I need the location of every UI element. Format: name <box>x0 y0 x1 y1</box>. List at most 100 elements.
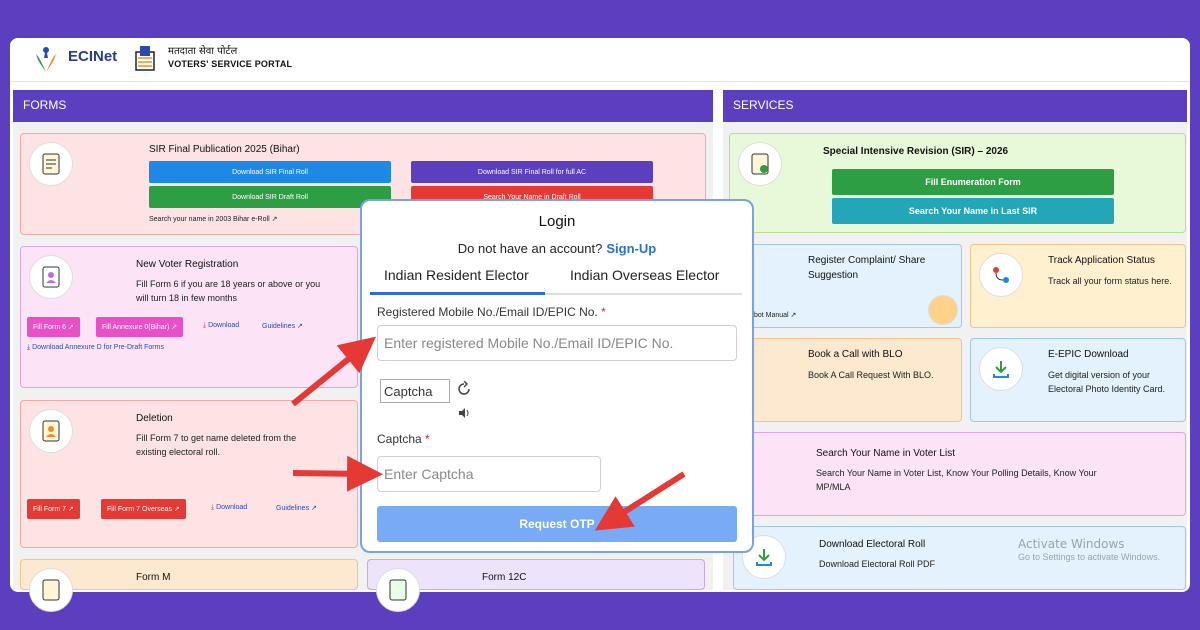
ballot-box-icon <box>135 46 155 71</box>
fill-annexure-label: Fill Annexure 0(Bihar) <box>102 323 170 331</box>
epic-download-desc-1: Get digital version of your <box>1048 370 1151 380</box>
track-status-title: Track Application Status <box>1048 255 1155 266</box>
form-m-icon <box>29 568 73 612</box>
download-sir-draft-roll-button[interactable]: Download SIR Draft Roll <box>149 186 391 208</box>
fill-enumeration-form-button[interactable]: Fill Enumeration Form <box>832 169 1114 195</box>
deletion-desc-1: Fill Form 7 to get name deleted from the <box>136 433 297 443</box>
form-12c-title: Form 12C <box>482 572 527 583</box>
form-m-card: Form M <box>20 559 358 612</box>
tab-resident-elector[interactable]: Indian Resident Elector <box>384 267 529 283</box>
portal-title-hindi: मतदाता सेवा पोर्टल <box>168 46 238 57</box>
annexure-d-label: Download Annexure D for Pre-Draft Forms <box>32 344 164 351</box>
epic-download-card[interactable]: E-EPIC Download Get digital version of y… <box>970 338 1186 422</box>
blo-call-desc: Book A Call Request With BLO. <box>808 370 934 380</box>
new-voter-card: New Voter Registration Fill Form 6 if yo… <box>20 246 358 388</box>
track-status-card[interactable]: Track Application Status Track all your … <box>970 244 1186 328</box>
external-link-icon: ↗ <box>271 216 278 223</box>
active-tab-indicator <box>370 292 545 295</box>
external-link-icon: ↗ <box>171 324 178 331</box>
external-link-icon: ↗ <box>311 505 317 512</box>
form-12c-icon <box>376 568 420 612</box>
complaint-title-2: Suggestion <box>808 270 859 281</box>
external-link-icon: ↗ <box>68 506 74 513</box>
fill-form7-overseas-button[interactable]: Fill Form 7 Overseas ↗ <box>101 499 186 519</box>
required-mark: * <box>601 305 606 319</box>
assistant-avatar-icon[interactable] <box>928 295 958 325</box>
checklist-icon <box>738 142 782 186</box>
new-voter-icon <box>29 255 73 299</box>
captcha-label: Captcha * <box>377 432 430 446</box>
login-title: Login <box>538 213 576 230</box>
track-status-desc: Track all your form status here. <box>1048 276 1172 286</box>
voter-list-desc-1: Search Your Name in Voter List, Know You… <box>816 468 1097 478</box>
download-sir-final-roll-ac-button[interactable]: Download SIR Final Roll for full AC <box>411 161 653 183</box>
external-link-icon: ↗ <box>173 506 180 513</box>
epic-download-title: E-EPIC Download <box>1048 349 1129 360</box>
download-link[interactable]: ⤓ Download <box>211 504 247 512</box>
fill-form7-label: Fill Form 7 <box>33 505 67 513</box>
audio-captcha-icon[interactable] <box>457 406 471 420</box>
complaint-title-1: Register Complaint/ Share <box>808 255 926 266</box>
windows-watermark-sub: Go to Settings to activate Windows. <box>1018 552 1161 562</box>
mobile-label: Registered Mobile No./Email ID/EPIC No. … <box>377 305 606 319</box>
new-voter-desc-1: Fill Form 6 if you are 18 years or above… <box>136 279 321 289</box>
fill-form7-overseas-label: Fill Form 7 Overseas <box>107 505 172 513</box>
required-mark: * <box>425 432 430 446</box>
form-m-title: Form M <box>136 572 171 583</box>
guidelines-link[interactable]: Guidelines ↗ <box>262 322 303 330</box>
guidelines-label: Guidelines <box>262 323 296 330</box>
app-name: ECINet <box>68 48 118 65</box>
portal-title-english: VOTERS' SERVICE PORTAL <box>168 59 293 69</box>
complaint-card[interactable]: Register Complaint/ Share Suggestion tbo… <box>745 244 962 328</box>
voter-list-title: Search Your Name in Voter List <box>816 448 955 459</box>
search-last-sir-button[interactable]: Search Your Name in Last SIR <box>832 198 1114 224</box>
captcha-input[interactable]: Enter Captcha <box>377 456 601 492</box>
search-2003-roll-link[interactable]: Search your name in 2003 Bihar e-Roll ↗ <box>149 215 277 223</box>
login-modal: Login Do not have an account? Sign-Up Ind… <box>360 199 754 553</box>
blo-call-title: Book a Call with BLO <box>808 349 903 360</box>
download-icon: ⤓ <box>203 322 207 329</box>
fill-form6-button[interactable]: Fill Form 6 ↗ <box>27 317 80 337</box>
refresh-captcha-icon[interactable] <box>456 381 472 397</box>
epic-download-desc-2: Electoral Photo Identity Card. <box>1048 384 1166 394</box>
guidelines-link[interactable]: Guidelines ↗ <box>276 504 317 512</box>
signup-link[interactable]: Sign-Up <box>606 241 656 256</box>
mobile-label-text: Registered Mobile No./Email ID/EPIC No. <box>377 305 598 319</box>
chatbot-manual-link[interactable]: tbot Manual ↗ <box>752 311 796 319</box>
tab-overseas-elector[interactable]: Indian Overseas Elector <box>570 267 719 283</box>
voter-list-search-card[interactable]: Search Your Name in Voter List Search Yo… <box>745 432 1186 516</box>
form-doc-icon <box>29 142 73 186</box>
external-link-icon: ↗ <box>68 324 74 331</box>
download-icon: ⤓ <box>27 344 31 351</box>
search-2003-roll-label: Search your name in 2003 Bihar e-Roll <box>149 216 270 223</box>
sir-2026-card: Special Intensive Revision (SIR) – 2026 … <box>729 133 1186 233</box>
signup-prompt: Do not have an account? Sign-Up <box>362 241 752 256</box>
captcha-alt-text: Captcha <box>384 383 433 399</box>
voter-list-desc-2: MP/MLA <box>816 482 851 492</box>
route-icon <box>979 253 1023 297</box>
download-icon: ⤓ <box>211 504 215 511</box>
request-otp-button[interactable]: Request OTP <box>377 506 737 542</box>
deletion-title: Deletion <box>136 413 173 424</box>
download-link[interactable]: ⤓ Download <box>203 322 239 330</box>
annexure-d-link[interactable]: ⤓ Download Annexure D for Pre-Draft Form… <box>27 344 164 352</box>
electoral-roll-title: Download Electoral Roll <box>819 539 926 550</box>
fill-form6-label: Fill Form 6 <box>33 323 67 331</box>
external-link-icon: ↗ <box>790 312 797 319</box>
form-12c-card: Form 12C <box>367 559 705 612</box>
captcha-label-text: Captcha <box>377 432 422 446</box>
sir-2026-title: Special Intensive Revision (SIR) – 2026 <box>823 146 1009 157</box>
eci-logo-icon <box>36 47 56 72</box>
download-tray-icon <box>979 347 1023 391</box>
no-account-text: Do not have an account? <box>457 241 603 256</box>
fill-form7-button[interactable]: Fill Form 7 ↗ <box>27 499 80 519</box>
captcha-image: Captcha <box>380 379 450 403</box>
blo-call-card[interactable]: Book a Call with BLO Book A Call Request… <box>745 338 962 422</box>
new-voter-desc-2: will turn 18 in few months <box>136 293 238 303</box>
fill-annexure-button[interactable]: Fill Annexure 0(Bihar) ↗ <box>96 317 184 337</box>
windows-watermark-title: Activate Windows <box>1018 537 1125 551</box>
header: ECINet मतदाता सेवा पोर्टल VOTERS' SERVIC… <box>10 38 1190 82</box>
sir-card-title: SIR Final Publication 2025 (Bihar) <box>149 144 300 155</box>
mobile-email-epic-input[interactable]: Enter registered Mobile No./Email ID/EPI… <box>377 325 737 361</box>
download-sir-final-roll-button[interactable]: Download SIR Final Roll <box>149 161 391 183</box>
